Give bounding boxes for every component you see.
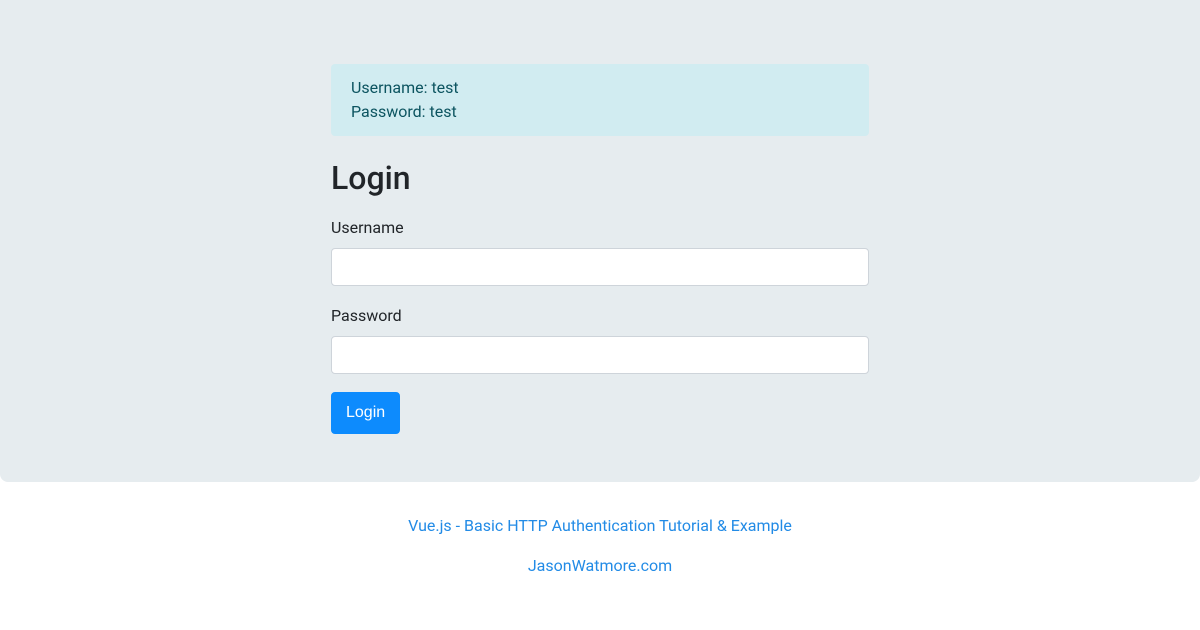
login-button[interactable]: Login bbox=[331, 392, 400, 434]
login-form: Username Password Login bbox=[331, 216, 869, 434]
login-container: Username: test Password: test Login User… bbox=[331, 64, 869, 434]
alert-line-1: Username: test bbox=[351, 76, 849, 100]
username-group: Username bbox=[331, 216, 869, 286]
password-input[interactable] bbox=[331, 336, 869, 374]
alert-line-2: Password: test bbox=[351, 100, 849, 124]
info-alert: Username: test Password: test bbox=[331, 64, 869, 136]
username-input[interactable] bbox=[331, 248, 869, 286]
password-group: Password bbox=[331, 304, 869, 374]
footer-link-tutorial[interactable]: Vue.js - Basic HTTP Authentication Tutor… bbox=[408, 516, 792, 535]
app-background: Username: test Password: test Login User… bbox=[0, 0, 1200, 482]
password-label: Password bbox=[331, 304, 869, 328]
page-heading: Login bbox=[331, 154, 869, 202]
username-label: Username bbox=[331, 216, 869, 240]
footer-link-site[interactable]: JasonWatmore.com bbox=[528, 556, 672, 575]
footer: Vue.js - Basic HTTP Authentication Tutor… bbox=[0, 482, 1200, 614]
